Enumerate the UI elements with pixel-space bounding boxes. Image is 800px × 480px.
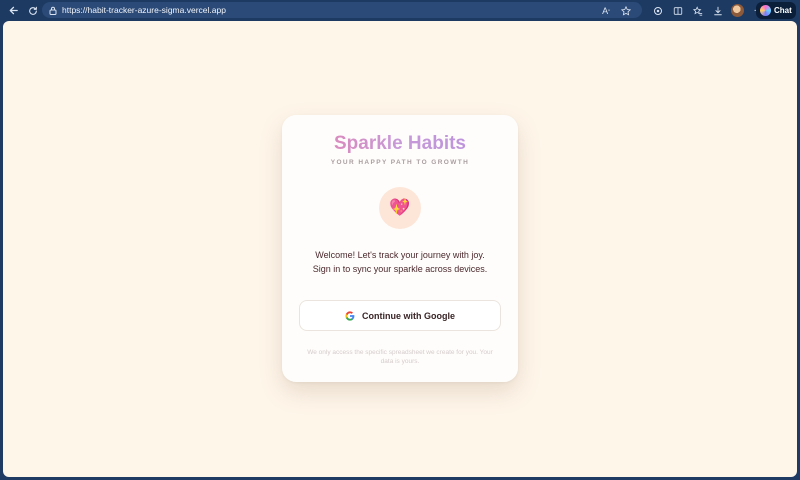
app-tagline: YOUR HAPPY PATH TO GROWTH [330, 159, 470, 166]
welcome-message: Welcome! Let's track your journey with j… [282, 248, 518, 276]
google-button-label: Continue with Google [362, 310, 455, 321]
browser-tools: Aⁿ ··· [599, 0, 764, 21]
chat-label: Chat [774, 6, 792, 15]
url-text: https://habit-tracker-azure-sigma.vercel… [62, 5, 226, 15]
favorites-icon[interactable] [691, 4, 705, 18]
profile-avatar[interactable] [731, 4, 744, 17]
sparkling-heart-icon: 💖 [379, 187, 421, 229]
split-screen-icon[interactable] [671, 4, 685, 18]
favorite-star-icon[interactable] [619, 4, 633, 18]
chat-button[interactable]: Chat [756, 2, 796, 19]
back-icon[interactable] [4, 2, 22, 20]
lock-icon [46, 3, 60, 17]
address-bar[interactable]: https://habit-tracker-azure-sigma.vercel… [42, 2, 642, 18]
privacy-note: We only access the specific spreadsheet … [307, 349, 493, 365]
login-card: Sparkle Habits YOUR HAPPY PATH TO GROWTH… [282, 115, 518, 382]
continue-with-google-button[interactable]: Continue with Google [299, 300, 501, 331]
copilot-icon [760, 5, 771, 16]
heart-emoji: 💖 [389, 198, 411, 217]
page-viewport: Sparkle Habits YOUR HAPPY PATH TO GROWTH… [3, 21, 797, 477]
app-title: Sparkle Habits [282, 133, 518, 155]
downloads-icon[interactable] [711, 4, 725, 18]
refresh-icon[interactable] [24, 2, 42, 20]
welcome-line-1: Welcome! Let's track your journey with j… [315, 250, 485, 260]
read-aloud-icon[interactable]: Aⁿ [599, 4, 613, 18]
welcome-line-2: Sign in to sync your sparkle across devi… [312, 264, 488, 274]
browser-toolbar: https://habit-tracker-azure-sigma.vercel… [0, 0, 800, 21]
google-icon [345, 310, 355, 321]
extensions-icon[interactable] [651, 4, 665, 18]
